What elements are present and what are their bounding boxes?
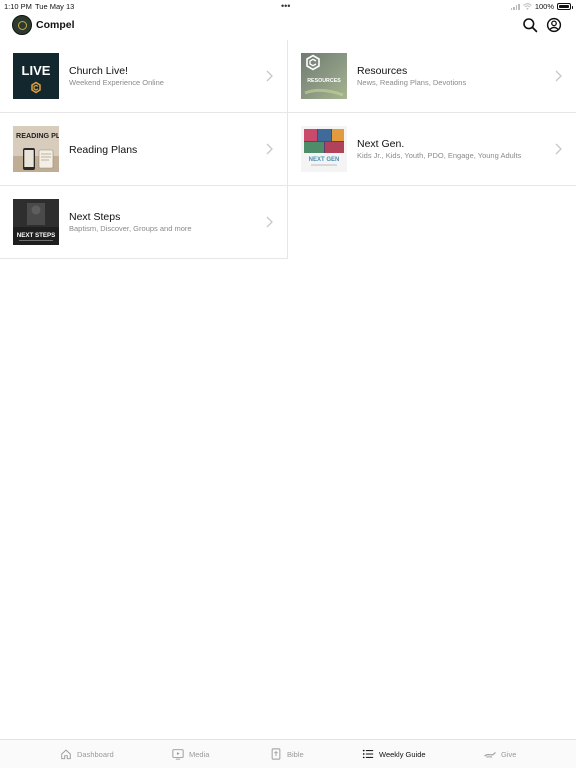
app-header: Compel: [0, 12, 576, 40]
cellular-signal-icon: [510, 3, 520, 10]
status-date: Tue May 13: [35, 2, 75, 11]
thumb-resources-text: RESOURCES: [307, 78, 341, 84]
tab-bible[interactable]: Bible: [270, 748, 304, 760]
play-screen-icon: [172, 749, 184, 760]
search-icon[interactable]: [522, 17, 538, 33]
church-live-thumbnail: LIVE: [13, 53, 59, 99]
chevron-right-icon: [266, 143, 273, 155]
app-logo: [12, 15, 32, 35]
battery-percent: 100%: [534, 2, 554, 11]
house-icon: [61, 749, 71, 760]
next-steps-thumbnail: NEXT STEPS: [13, 199, 59, 245]
tile-reading-plans[interactable]: READING PLANS Reading Plans: [0, 113, 288, 186]
resources-thumbnail: RESOURCES: [301, 53, 347, 99]
wifi-icon: [522, 3, 532, 10]
tab-media[interactable]: Media: [172, 748, 209, 760]
thumb-nextsteps-text: NEXT STEPS: [17, 232, 56, 239]
thumb-reading-text: READING PLANS: [16, 131, 59, 140]
tile-next-gen[interactable]: NEXT GEN Next Gen. Kids Jr., Kids, Youth…: [288, 113, 576, 186]
tile-subtitle: Kids Jr., Kids, Youth, PDO, Engage, Youn…: [357, 151, 522, 160]
chevron-right-icon: [266, 70, 273, 82]
chevron-right-icon: [555, 70, 562, 82]
tile-title: Church Live!: [69, 65, 128, 77]
account-icon[interactable]: [546, 17, 562, 33]
multitasking-dots[interactable]: •••: [281, 1, 290, 11]
status-time: 1:10 PM: [4, 2, 32, 11]
next-gen-thumbnail: NEXT GEN: [301, 126, 347, 172]
chevron-right-icon: [555, 143, 562, 155]
tile-title: Next Steps: [69, 211, 121, 223]
thumb-live-text: LIVE: [22, 63, 51, 78]
status-right: 100%: [510, 2, 573, 11]
tile-subtitle: News, Reading Plans, Devotions: [357, 78, 467, 87]
tab-give[interactable]: Give: [484, 748, 516, 760]
tile-title: Next Gen.: [357, 138, 405, 150]
chevron-right-icon: [266, 216, 273, 228]
tile-title: Resources: [357, 65, 408, 77]
reading-plans-thumbnail: READING PLANS: [13, 126, 59, 172]
tab-label: Media: [189, 749, 210, 759]
tile-subtitle: Weekend Experience Online: [69, 78, 164, 87]
thumb-nextgen-text: NEXT GEN: [309, 157, 340, 163]
tile-title: Reading Plans: [69, 144, 138, 156]
tab-label: Bible: [287, 749, 304, 759]
battery-icon: [557, 3, 573, 10]
tab-bar: Dashboard Media Bible Weekly Guide Give: [0, 739, 576, 768]
tab-label: Weekly Guide: [379, 749, 426, 759]
app-title: Compel: [36, 19, 75, 31]
list-icon: [362, 749, 374, 759]
tile-next-steps[interactable]: NEXT STEPS Next Steps Baptism, Discover,…: [0, 186, 288, 259]
tile-subtitle: Baptism, Discover, Groups and more: [69, 224, 192, 233]
status-bar: 1:10 PM Tue May 13 ••• 100%: [0, 0, 576, 12]
tile-resources[interactable]: RESOURCES Resources News, Reading Plans,…: [288, 40, 576, 113]
tile-church-live[interactable]: LIVE Church Live! Weekend Experience Onl…: [0, 40, 288, 113]
hand-give-icon: [484, 752, 496, 758]
tab-label: Give: [501, 749, 517, 759]
tab-dashboard[interactable]: Dashboard: [60, 748, 114, 760]
tab-label: Dashboard: [77, 749, 114, 759]
tab-weekly-guide[interactable]: Weekly Guide: [362, 748, 426, 760]
book-cross-icon: [271, 748, 281, 760]
